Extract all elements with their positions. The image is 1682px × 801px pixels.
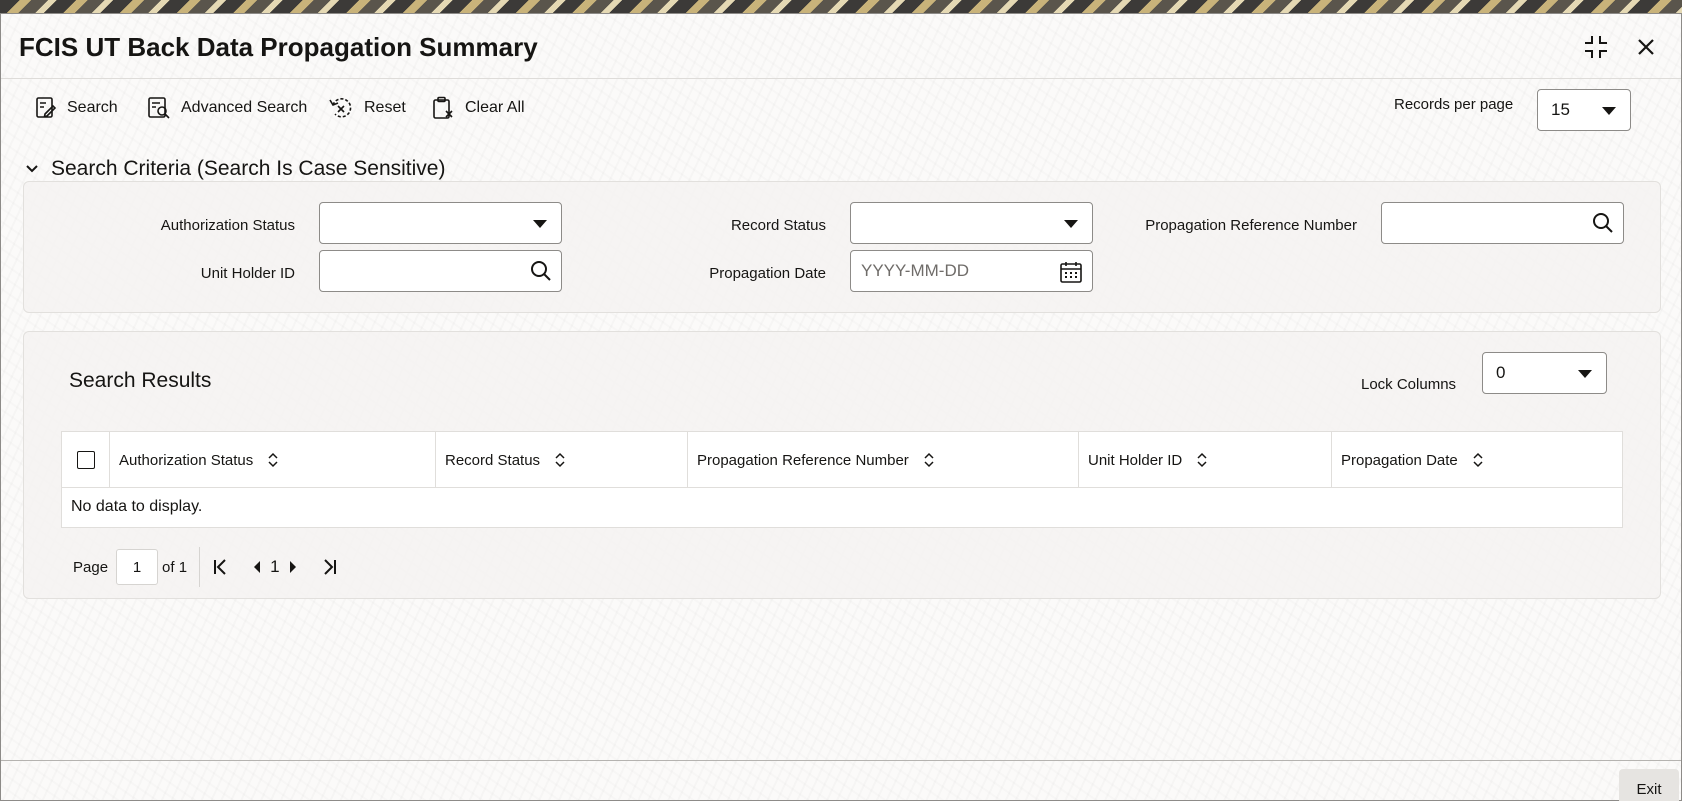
record-status-label: Record Status	[730, 217, 826, 234]
chevron-down-icon	[533, 220, 547, 228]
column-header-label: Unit Holder ID	[1088, 451, 1183, 469]
search-icon[interactable]	[530, 260, 552, 287]
search-criteria-toggle[interactable]: Search Criteria (Search Is Case Sensitiv…	[25, 157, 445, 181]
chevron-down-icon	[1064, 220, 1078, 228]
column-header-propagation-reference-number[interactable]: Propagation Reference Number	[688, 432, 1079, 488]
column-header-label: Propagation Reference Number	[697, 451, 909, 469]
records-per-page-value: 15	[1551, 100, 1570, 119]
page-count-label: of 1	[162, 558, 188, 576]
top-banner-strip	[0, 0, 1682, 13]
chevron-down-icon	[1602, 107, 1616, 115]
search-criteria-header: Search Criteria (Search Is Case Sensitiv…	[51, 157, 446, 180]
sort-icon[interactable]	[1472, 452, 1484, 468]
column-header-unit-holder-id[interactable]: Unit Holder ID	[1079, 432, 1332, 488]
empty-table-message: No data to display.	[71, 498, 203, 515]
search-results-title: Search Results	[69, 369, 212, 392]
results-table: Authorization Status Record Status Propa…	[61, 431, 1623, 528]
record-status-select[interactable]	[850, 202, 1093, 244]
search-button-label: Search	[67, 99, 118, 116]
collapse-corners-icon[interactable]	[1581, 32, 1611, 62]
table-header: Authorization Status Record Status Propa…	[62, 432, 1622, 488]
search-button[interactable]: Search	[35, 93, 118, 123]
select-all-checkbox[interactable]	[77, 451, 95, 469]
clear-all-icon	[433, 96, 453, 119]
title-divider	[1, 78, 1681, 79]
column-header-label: Authorization Status	[119, 451, 254, 469]
select-all-column	[62, 432, 110, 488]
sort-icon[interactable]	[267, 452, 279, 468]
chevron-down-icon	[1578, 370, 1592, 378]
previous-page-icon[interactable]	[252, 560, 262, 574]
calendar-icon[interactable]	[1059, 260, 1083, 289]
unit-holder-id-label: Unit Holder ID	[200, 265, 295, 282]
advanced-search-button[interactable]: Advanced Search	[147, 93, 307, 123]
reset-icon	[329, 98, 352, 118]
last-page-icon[interactable]	[320, 558, 338, 576]
unit-holder-id-input[interactable]	[319, 250, 562, 292]
propagation-date-placeholder: YYYY-MM-DD	[861, 261, 969, 280]
close-icon[interactable]	[1631, 32, 1661, 62]
first-page-icon[interactable]	[212, 558, 230, 576]
authorization-status-select[interactable]	[319, 202, 562, 244]
clear-all-label: Clear All	[465, 99, 525, 116]
sort-icon[interactable]	[923, 452, 935, 468]
propagation-reference-number-label: Propagation Reference Number	[1145, 217, 1357, 234]
column-header-label: Record Status	[445, 451, 541, 469]
column-header-label: Propagation Date	[1341, 451, 1458, 469]
lock-columns-label: Lock Columns	[1361, 376, 1457, 393]
sort-icon[interactable]	[554, 452, 566, 468]
sort-icon[interactable]	[1196, 452, 1208, 468]
propagation-date-label: Propagation Date	[709, 265, 826, 282]
propagation-date-input[interactable]: YYYY-MM-DD	[850, 250, 1093, 292]
column-header-propagation-date[interactable]: Propagation Date	[1332, 432, 1622, 488]
pager-divider	[199, 547, 201, 587]
records-per-page-select[interactable]: 15	[1537, 89, 1631, 131]
page-title: FCIS UT Back Data Propagation Summary	[19, 32, 538, 62]
current-page-input[interactable]: 1	[116, 549, 159, 585]
page-label: Page	[73, 558, 109, 576]
search-criteria-panel	[23, 181, 1661, 313]
propagation-reference-number-input[interactable]	[1381, 202, 1624, 244]
exit-button[interactable]: Exit	[1619, 769, 1679, 801]
advanced-search-label: Advanced Search	[181, 99, 308, 116]
next-page-icon[interactable]	[288, 560, 298, 574]
column-header-record-status[interactable]: Record Status	[436, 432, 688, 488]
page-number[interactable]: 1	[270, 557, 279, 577]
records-per-page-label: Records per page	[1394, 96, 1514, 113]
footer-divider	[1, 760, 1681, 761]
summary-window: FCIS UT Back Data Propagation Summary Se…	[0, 13, 1682, 801]
chevron-down-icon	[26, 165, 38, 173]
clear-all-button[interactable]: Clear All	[431, 93, 525, 123]
lock-columns-select[interactable]: 0	[1482, 352, 1607, 394]
pagination: Page 1 of 1 1	[73, 547, 338, 587]
search-icon[interactable]	[1592, 212, 1614, 239]
reset-button[interactable]: Reset	[328, 93, 406, 123]
column-header-authorization-status[interactable]: Authorization Status	[110, 432, 436, 488]
authorization-status-label: Authorization Status	[160, 217, 295, 234]
search-doc-icon	[36, 97, 57, 118]
advanced-search-icon	[148, 97, 170, 119]
lock-columns-value: 0	[1496, 363, 1506, 382]
reset-label: Reset	[364, 99, 406, 116]
